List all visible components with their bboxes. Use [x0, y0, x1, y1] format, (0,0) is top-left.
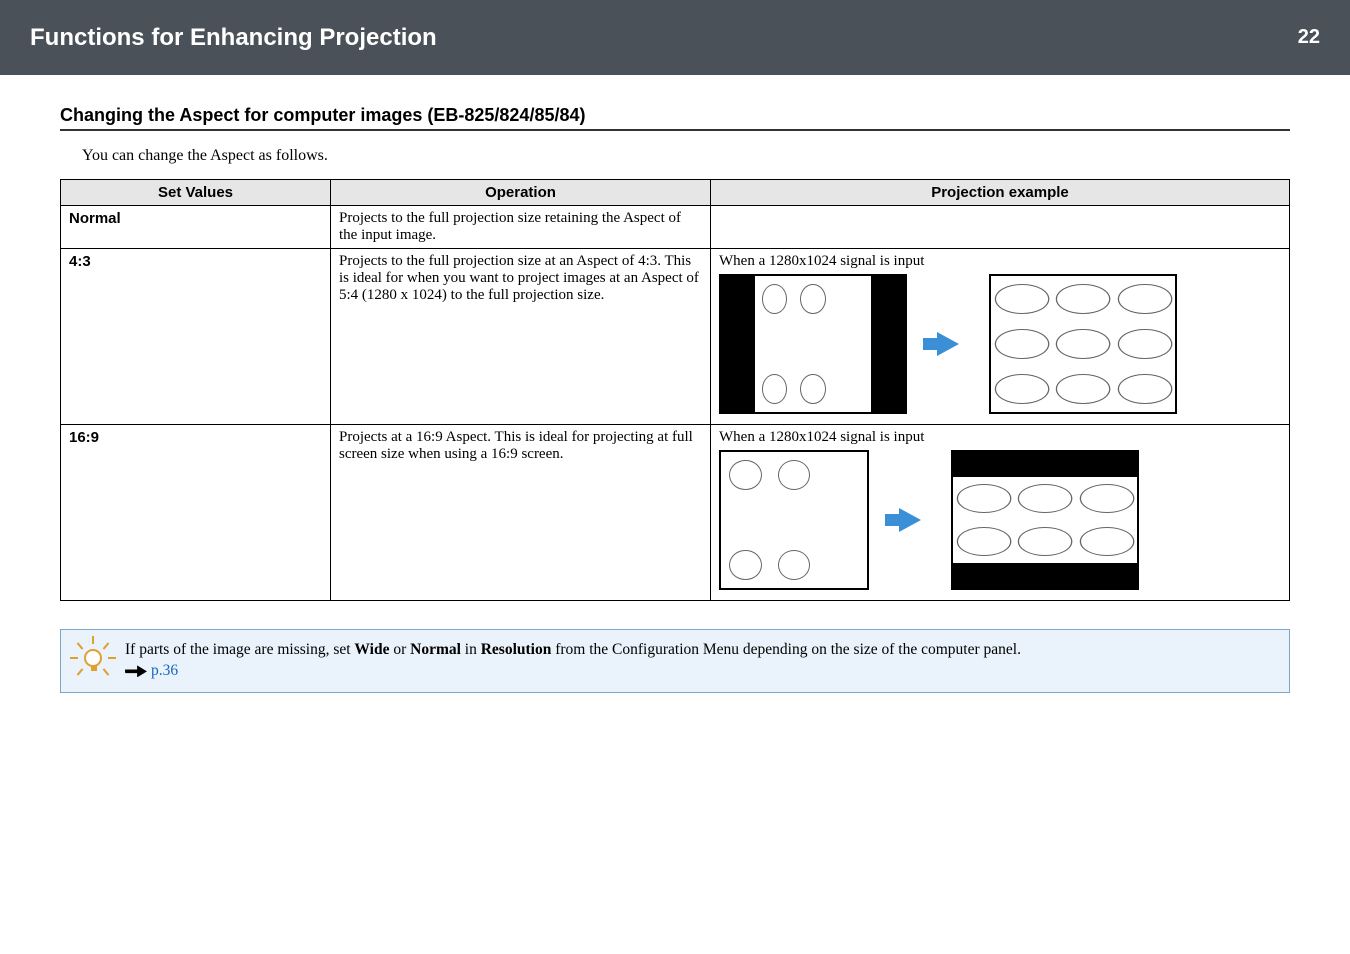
pointer-icon [125, 665, 147, 677]
tip-text: If parts of the image are missing, set W… [125, 640, 1021, 682]
table-row: Normal Projects to the full projection s… [61, 206, 1290, 249]
content-area: Changing the Aspect for computer images … [0, 75, 1350, 601]
example-169: When a 1280x1024 signal is input [711, 425, 1290, 601]
col-projection-example: Projection example [711, 180, 1290, 206]
operation-43: Projects to the full projection size at … [331, 249, 711, 425]
tip-or: or [389, 641, 410, 658]
page: Functions for Enhancing Projection TOP 2… [0, 0, 1350, 954]
tip-in: in [461, 641, 481, 658]
col-set-values: Set Values [61, 180, 331, 206]
section-heading: Changing the Aspect for computer images … [60, 105, 1290, 131]
tip-resolution: Resolution [481, 641, 552, 658]
table-row: 16:9 Projects at a 16:9 Aspect. This is … [61, 425, 1290, 601]
intro-text: You can change the Aspect as follows. [82, 147, 1290, 165]
arrow-icon [937, 332, 959, 356]
tip-lightbulb-icon [75, 640, 111, 676]
page-number: 22 [1298, 26, 1320, 49]
diagram-43 [719, 274, 1281, 414]
table-row: 4:3 Projects to the full projection size… [61, 249, 1290, 425]
tip-box: If parts of the image are missing, set W… [60, 629, 1290, 693]
operation-normal: Projects to the full projection size ret… [331, 206, 711, 249]
col-operation: Operation [331, 180, 711, 206]
tip-link[interactable]: p.36 [151, 662, 178, 679]
page-title: Functions for Enhancing Projection [30, 24, 437, 52]
arrow-icon [899, 508, 921, 532]
tip-wide: Wide [354, 641, 389, 658]
table-header-row: Set Values Operation Projection example [61, 180, 1290, 206]
page-title-bar: Functions for Enhancing Projection [0, 0, 1160, 75]
example-169-text: When a 1280x1024 signal is input [719, 429, 1281, 446]
diagram-169-after [951, 450, 1139, 590]
example-normal [711, 206, 1290, 249]
header-band: Functions for Enhancing Projection TOP 2… [0, 0, 1350, 75]
value-43: 4:3 [61, 249, 331, 425]
diagram-169-before [719, 450, 869, 590]
page-number-box: 22 [1160, 0, 1350, 75]
diagram-43-before [719, 274, 907, 414]
tip-suffix: from the Configuration Menu depending on… [551, 641, 1021, 658]
operation-169: Projects at a 16:9 Aspect. This is ideal… [331, 425, 711, 601]
diagram-169 [719, 450, 1281, 590]
value-normal: Normal [61, 206, 331, 249]
value-169: 16:9 [61, 425, 331, 601]
example-43-text: When a 1280x1024 signal is input [719, 253, 1281, 270]
aspect-table: Set Values Operation Projection example … [60, 179, 1290, 601]
tip-prefix: If parts of the image are missing, set [125, 641, 354, 658]
tip-normal: Normal [410, 641, 461, 658]
diagram-43-after [989, 274, 1177, 414]
example-43: When a 1280x1024 signal is input [711, 249, 1290, 425]
